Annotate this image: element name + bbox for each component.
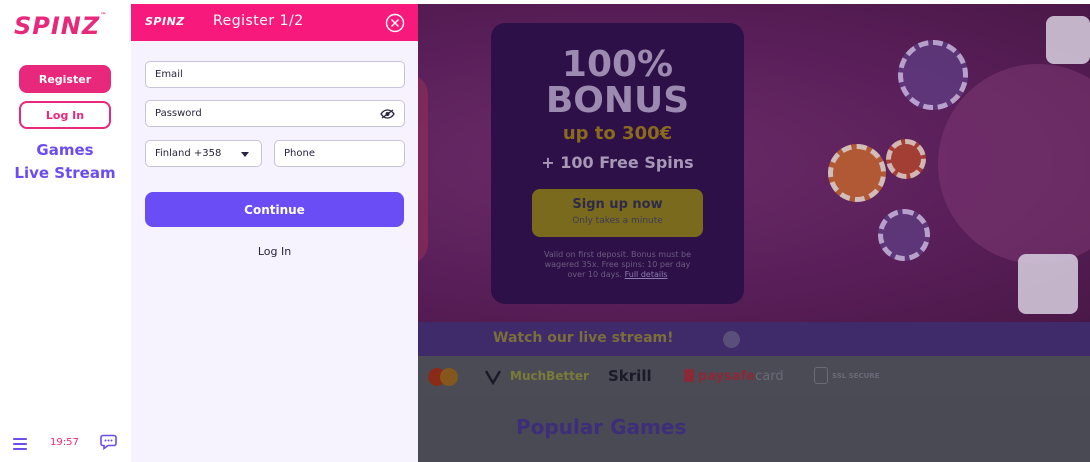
spinz-logo[interactable]: SPINZ™ [14,12,107,40]
hero-banner: 100% BONUS up to 300€ + 100 Free Spins S… [418,4,1090,322]
live-stream-icon [723,331,740,348]
payment-methods: MuchBetter Skrill paysafecard SSL SECURE [418,356,1090,398]
muchbetter-logo-icon [484,370,502,386]
decoration-left [418,74,428,264]
continue-button[interactable]: Continue [145,192,404,227]
promo-percent: 100% [561,44,674,85]
clock: 19:57 [50,437,79,448]
sidebar-register-button[interactable]: Register [19,65,111,93]
promo-free-spins: + 100 Free Spins [541,153,694,172]
promo-terms: Valid on first deposit. Bonus must be wa… [536,250,699,280]
casino-chip-icon [828,144,886,202]
bonus-promo-card: 100% BONUS up to 300€ + 100 Free Spins S… [491,23,744,304]
password-placeholder: Password [155,108,202,119]
live-stream-bar: Watch our live stream! [418,322,1090,356]
sidebar-footer: 19:57 [0,434,130,454]
sidebar-item-games[interactable]: Games [0,141,130,159]
sign-up-now-button: Sign up now Only takes a minute [532,189,703,237]
skrill-label: Skrill [608,367,652,385]
login-link[interactable]: Log In [131,245,418,258]
sign-up-title: Sign up now [572,197,663,212]
paysafe-text: paysafe [698,369,756,384]
casino-chip-icon [878,209,930,261]
casino-chip-icon [898,40,968,110]
sidebar: SPINZ™ Register Log In Games Live Stream… [0,4,130,462]
phone-placeholder: Phone [284,148,315,159]
email-field[interactable]: Email [145,61,405,88]
promo-bonus: BONUS [545,80,690,121]
paysafe-card-text: card [755,369,784,384]
background-page: 100% BONUS up to 300€ + 100 Free Spins S… [418,4,1090,462]
mastercard-logo [428,368,458,386]
chevron-down-icon [241,152,249,157]
eye-off-icon[interactable] [380,109,395,119]
sidebar-item-live-stream[interactable]: Live Stream [0,164,130,182]
phone-field[interactable]: Phone [274,140,405,167]
hamburger-menu-icon[interactable] [13,438,27,450]
muchbetter-label: MuchBetter [510,369,589,383]
ssl-secure-label: SSL SECURE [832,372,880,380]
playing-card-icon [1018,254,1078,314]
promo-terms-text: Valid on first deposit. Bonus must be wa… [543,250,692,279]
register-panel-header: SPINZ Register 1/2 [131,4,418,41]
live-stream-text: Watch our live stream! [493,330,674,346]
password-field[interactable]: Password [145,100,405,127]
close-icon[interactable] [385,13,405,33]
sign-up-subtitle: Only takes a minute [572,216,663,226]
full-details-link: Full details [624,270,668,279]
sidebar-login-button[interactable]: Log In [19,101,111,129]
dice-icon [1046,16,1090,64]
paysafecard-label: paysafecard [698,369,784,384]
casino-chip-icon [886,139,926,179]
panel-logo: SPINZ [145,15,185,28]
email-placeholder: Email [155,69,183,80]
country-code-select[interactable]: Finland +358 [145,140,262,167]
popular-games-section: Popular Games [418,398,1090,462]
chat-icon[interactable] [100,434,117,450]
paysafecard-lock-icon [684,369,694,382]
country-code-value: Finland +358 [155,148,222,159]
panel-title: Register 1/2 [213,13,304,29]
promo-up-to: up to 300€ [562,123,673,144]
ssl-lock-icon [814,367,828,384]
register-panel: SPINZ Register 1/2 Email Password Finlan… [131,4,418,462]
popular-games-title: Popular Games [516,415,687,439]
